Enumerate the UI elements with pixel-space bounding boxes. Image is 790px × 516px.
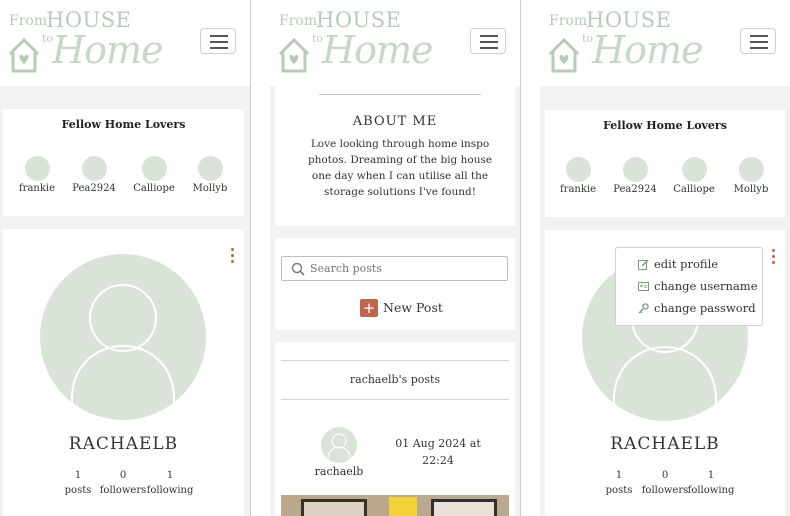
avatar [738, 157, 764, 182]
avatar [681, 157, 707, 182]
posts-stat[interactable]: 1 posts [594, 468, 644, 498]
fellow-home-lovers-card: Fellow Home Lovers frankie Pea2924 Calli… [545, 110, 785, 217]
kebab-menu-icon[interactable] [770, 249, 776, 267]
divider-line [319, 94, 481, 95]
avatar [141, 156, 167, 181]
house-heart-icon [8, 37, 40, 73]
follower-item[interactable]: Mollyb [726, 157, 776, 195]
fellow-title: Fellow Home Lovers [603, 119, 727, 132]
about-title: ABOUT ME [352, 114, 438, 129]
site-header: From HOUSE to Home [270, 0, 520, 86]
avatar [24, 156, 50, 181]
site-logo[interactable]: From HOUSE to Home [546, 8, 704, 78]
following-stat[interactable]: 1 following [145, 468, 195, 498]
search-icon [291, 262, 305, 276]
avatar [565, 157, 591, 182]
id-card-icon [638, 282, 649, 291]
house-heart-icon [548, 37, 580, 73]
divider-line [281, 399, 509, 400]
profile-options-menu: edit profile change username change pass… [615, 247, 763, 326]
post-author-name[interactable]: rachaelb [309, 465, 369, 478]
follower-item[interactable]: Calliope [129, 156, 179, 194]
new-post-label: New Post [383, 300, 443, 315]
logo-home-text: Home [592, 28, 704, 72]
profile-panel-left: From HOUSE to Home Fellow Home Lovers fr… [0, 0, 250, 516]
picture-frame [301, 499, 367, 516]
avatar [197, 156, 223, 181]
posts-stat[interactable]: 1 posts [53, 468, 103, 498]
user-silhouette-icon [71, 284, 175, 420]
divider-line [281, 360, 509, 361]
logo-from-text: From [9, 13, 48, 29]
logo-from-text: From [279, 13, 318, 29]
edit-icon [638, 259, 649, 270]
follower-item[interactable]: Pea2924 [69, 156, 119, 194]
yellow-poster [389, 497, 417, 516]
fellow-home-lovers-card: Fellow Home Lovers frankie Pea2924 Calli… [3, 109, 244, 216]
site-logo[interactable]: From HOUSE to Home [276, 8, 434, 78]
profile-username: RACHAELB [610, 434, 720, 454]
avatar [622, 157, 648, 182]
post-author-avatar[interactable] [321, 427, 357, 463]
profile-username: RACHAELB [68, 434, 179, 454]
follower-item[interactable]: frankie [553, 157, 603, 195]
avatar [81, 156, 107, 181]
search-input[interactable]: Search posts [281, 256, 508, 281]
site-logo[interactable]: From HOUSE to Home [6, 8, 164, 78]
following-stat[interactable]: 1 following [686, 468, 736, 498]
post-date: 01 Aug 2024 at [395, 437, 481, 450]
follower-item[interactable]: Pea2924 [610, 157, 660, 195]
profile-panel-middle: From HOUSE to Home ABOUT ME Love looking… [270, 0, 520, 516]
menu-toggle-button[interactable] [470, 28, 506, 54]
profile-avatar [40, 254, 206, 420]
post-time: 22:24 [422, 454, 454, 467]
panel-divider [520, 0, 521, 516]
site-header: From HOUSE to Home [540, 0, 790, 86]
post-actions-card [275, 238, 515, 330]
posts-header: rachaelb's posts [349, 373, 441, 386]
hamburger-icon [480, 35, 498, 37]
followers-stat[interactable]: 0 followers [640, 468, 690, 498]
plus-icon: + [360, 299, 378, 317]
fellow-title: Fellow Home Lovers [61, 118, 186, 131]
hamburger-icon [750, 35, 768, 37]
logo-from-text: From [549, 13, 588, 29]
menu-toggle-button[interactable] [200, 28, 236, 54]
search-placeholder: Search posts [310, 262, 382, 275]
picture-frame [431, 499, 497, 516]
follower-item[interactable]: frankie [12, 156, 62, 194]
logo-home-text: Home [52, 28, 164, 72]
site-header: From HOUSE to Home [0, 0, 250, 86]
about-text: Love looking through home inspo photos. … [307, 138, 493, 198]
menu-toggle-button[interactable] [740, 28, 776, 54]
follower-item[interactable]: Calliope [669, 157, 719, 195]
logo-home-text: Home [322, 28, 434, 72]
hamburger-icon [210, 35, 228, 37]
about-me-card: ABOUT ME Love looking through home inspo… [275, 86, 515, 226]
profile-panel-right: From HOUSE to Home Fellow Home Lovers fr… [540, 0, 790, 516]
key-icon [638, 303, 649, 314]
follower-item[interactable]: Mollyb [185, 156, 235, 194]
post-image[interactable] [281, 495, 509, 516]
house-heart-icon [278, 37, 310, 73]
kebab-menu-icon[interactable] [229, 248, 235, 266]
profile-card: RACHAELB 1 posts 0 followers 1 following [3, 229, 244, 516]
posts-card: rachaelb's posts rachaelb 01 Aug 2024 at… [275, 342, 515, 516]
followers-stat[interactable]: 0 followers [98, 468, 148, 498]
panel-divider [250, 0, 251, 516]
user-silhouette-icon [327, 433, 351, 463]
